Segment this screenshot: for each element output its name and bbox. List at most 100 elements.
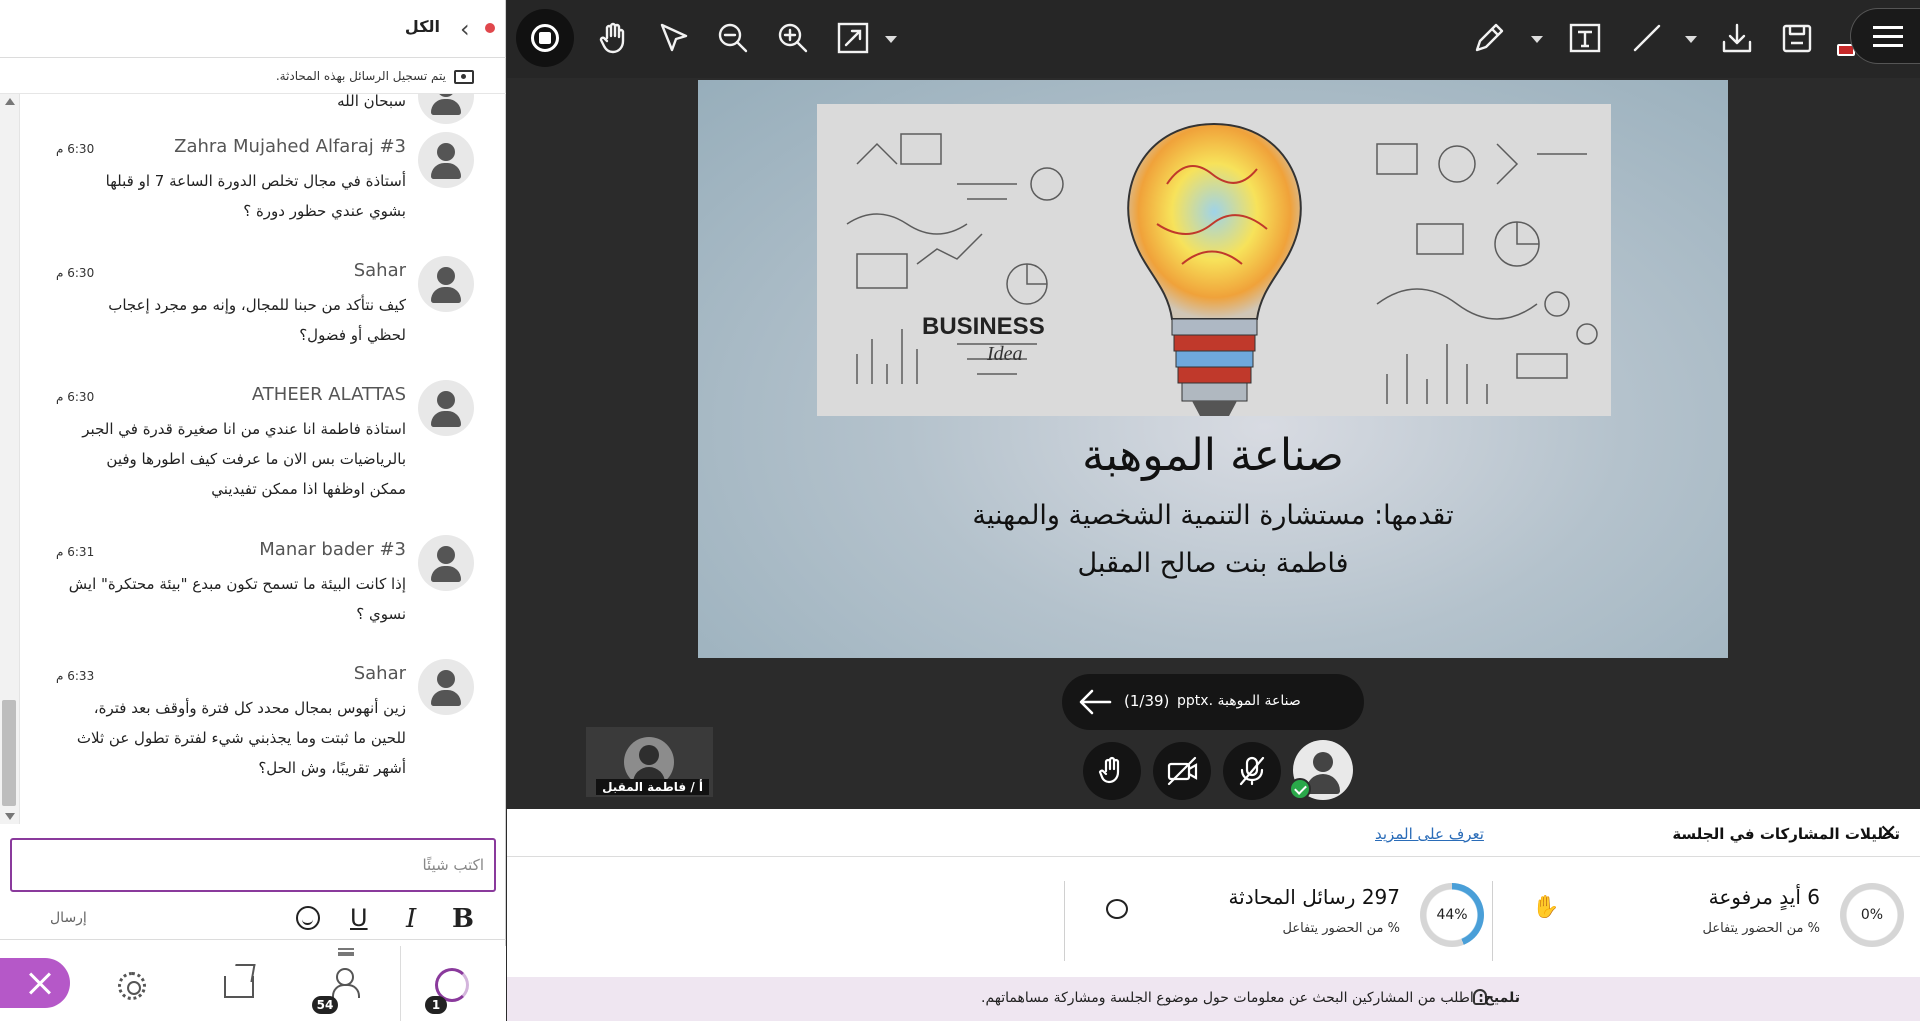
raise-hand-button[interactable] [1083, 742, 1141, 800]
raised-hands-count: 6 أيدٍ مرفوعة [1708, 885, 1820, 909]
divider [1064, 881, 1065, 961]
arrow-left-icon[interactable] [1078, 688, 1112, 716]
hand-icon[interactable] [595, 20, 631, 56]
microphone-off-icon [1239, 756, 1265, 786]
camera-off-icon [1167, 756, 1198, 786]
raised-hands-caption: % من الحضور يتفاعل [1702, 921, 1820, 936]
pointer-icon[interactable] [655, 20, 691, 56]
avatar [418, 659, 474, 715]
check-icon [1289, 778, 1311, 800]
menu-icon-line [1873, 35, 1903, 38]
close-panel-button[interactable] [0, 958, 70, 1008]
chat-input[interactable] [12, 840, 494, 890]
scroll-down-icon[interactable] [5, 813, 15, 820]
zoom-out-icon[interactable] [715, 20, 751, 56]
chat-messages-stat: 44% 297 رسائل المحادثة % من الحضور يتفاع… [1072, 879, 1492, 969]
slide-image-text: BUSINESS [922, 313, 1045, 340]
message-time: 6:30 م [56, 142, 95, 156]
tab-settings[interactable] [110, 946, 154, 1021]
message-text: زين أنهوس بمجال محدد كل فترة وأوقف بعد ف… [76, 699, 406, 777]
chat-panel: ‹ الكل يتم تسجيل الرسائل بهذه المحادثة. … [0, 0, 506, 1021]
download-icon[interactable] [1719, 20, 1755, 56]
tip-label: تلميح: [1478, 990, 1520, 1006]
chat-bubble-icon [1106, 899, 1128, 919]
analytics-title: تحليلات المشاركات في الجلسة [1672, 825, 1900, 843]
attendee-count-badge: 54 [312, 996, 338, 1014]
avatar [418, 94, 474, 124]
scroll-up-icon[interactable] [5, 98, 15, 105]
bold-button[interactable]: B [452, 904, 474, 934]
slide-subtitle: تقدمها: مستشارة التنمية الشخصية والمهنية [972, 500, 1454, 531]
message-time: 6:30 م [56, 266, 95, 280]
chat-messages-caption: % من الحضور يتفاعل [1282, 921, 1400, 936]
collab-panel-tabs: 54 1 [0, 946, 506, 1021]
chat-messages-ring: 44% [1420, 883, 1484, 947]
presentation-stage: BUSINESS Idea صناعة الموهبة تقدمها: مستش… [507, 78, 1920, 809]
recording-notice: يتم تسجيل الرسائل بهذه المحادثة. [0, 58, 506, 94]
chevron-down-icon[interactable] [1531, 36, 1543, 43]
avatar [418, 132, 474, 188]
tip-banner: تلميح: اطلب من المشاركين البحث عن معلوما… [507, 977, 1920, 1021]
tab-share-content[interactable] [218, 946, 262, 1021]
message-text: استاذة فاطمة انا عندي من انا صغيرة قدرة … [82, 420, 406, 498]
chat-messages-percent: 44% [1436, 907, 1468, 923]
underline-button[interactable]: U [350, 904, 368, 932]
chevron-down-icon[interactable] [885, 36, 897, 43]
chat-title: الكل [404, 17, 440, 36]
stop-share-icon[interactable] [516, 9, 574, 67]
slide-image: BUSINESS Idea [817, 104, 1611, 416]
tab-attendees[interactable]: 54 [310, 946, 370, 1021]
chat-header: ‹ الكل [0, 0, 506, 58]
chat-scrollbar[interactable] [0, 94, 20, 824]
presenter-label: أ / فاطمة المقبل [596, 779, 709, 795]
gear-icon [118, 972, 146, 1000]
raise-hand-icon [1098, 756, 1120, 784]
italic-button[interactable]: I [406, 904, 416, 934]
activity-count-badge: 1 [425, 996, 447, 1014]
format-bar: إرسال U I B [0, 898, 506, 940]
avatar [418, 535, 474, 591]
save-icon[interactable] [1779, 20, 1815, 56]
people-icon [322, 968, 360, 998]
engagement-analytics-panel: ✕ تحليلات المشاركات في الجلسة تعرف على ا… [507, 809, 1920, 1021]
menu-icon-line [1873, 44, 1903, 47]
message-author: Sahar [353, 663, 406, 684]
share-icon [224, 976, 254, 998]
microphone-toggle-button[interactable] [1223, 742, 1281, 800]
slide-title: صناعة الموهبة [1082, 430, 1344, 481]
emoji-icon[interactable] [296, 906, 320, 930]
line-icon[interactable] [1629, 20, 1665, 56]
pen-icon[interactable] [1471, 20, 1507, 56]
chat-messages-count: 297 رسائل المحادثة [1228, 885, 1400, 909]
camera-icon [454, 70, 474, 84]
avatar [418, 256, 474, 312]
recording-dot-icon [485, 23, 495, 33]
scroll-thumb[interactable] [2, 700, 16, 806]
zoom-in-icon[interactable] [775, 20, 811, 56]
fit-icon[interactable] [835, 20, 871, 56]
tab-activity[interactable]: 1 [400, 946, 506, 1021]
message-time: 6:31 م [56, 545, 95, 559]
raised-hands-ring: 0% [1840, 883, 1904, 947]
menu-icon [1873, 26, 1903, 29]
message-author: Zahra Mujahed Alfaraj #3 [174, 136, 406, 157]
raised-hands-stat: 0% 6 أيدٍ مرفوعة % من الحضور يتفاعل ✋ [1492, 879, 1912, 969]
collaborate-session: ‹ الكل يتم تسجيل الرسائل بهذه المحادثة. … [0, 0, 1920, 1021]
raised-hand-icon: ✋ [1532, 895, 1560, 920]
analytics-header: ✕ تحليلات المشاركات في الجلسة تعرف على ا… [507, 809, 1920, 857]
presenter-thumbnail[interactable]: أ / فاطمة المقبل [586, 727, 713, 797]
session-menu-button[interactable] [1850, 8, 1920, 64]
text-icon[interactable] [1567, 20, 1603, 56]
avatar [418, 380, 474, 436]
slide-counter: (1/39) [1124, 692, 1170, 710]
tip-text: تلميح: اطلب من المشاركين البحث عن معلوما… [981, 990, 1520, 1006]
learn-more-link[interactable]: تعرف على المزيد [1375, 825, 1484, 843]
send-button[interactable]: إرسال [50, 910, 87, 926]
raised-hands-percent: 0% [1860, 907, 1884, 923]
message-text: كيف نتأكد من حبنا للمجال، وإنه مو مجرد إ… [108, 296, 406, 344]
camera-toggle-button[interactable] [1153, 742, 1211, 800]
file-name: صناعة الموهبة .pptx [1177, 693, 1301, 709]
chevron-left-icon[interactable]: ‹ [460, 15, 470, 43]
message-text: سبحان الله [337, 94, 406, 110]
chevron-down-icon[interactable] [1685, 36, 1697, 43]
